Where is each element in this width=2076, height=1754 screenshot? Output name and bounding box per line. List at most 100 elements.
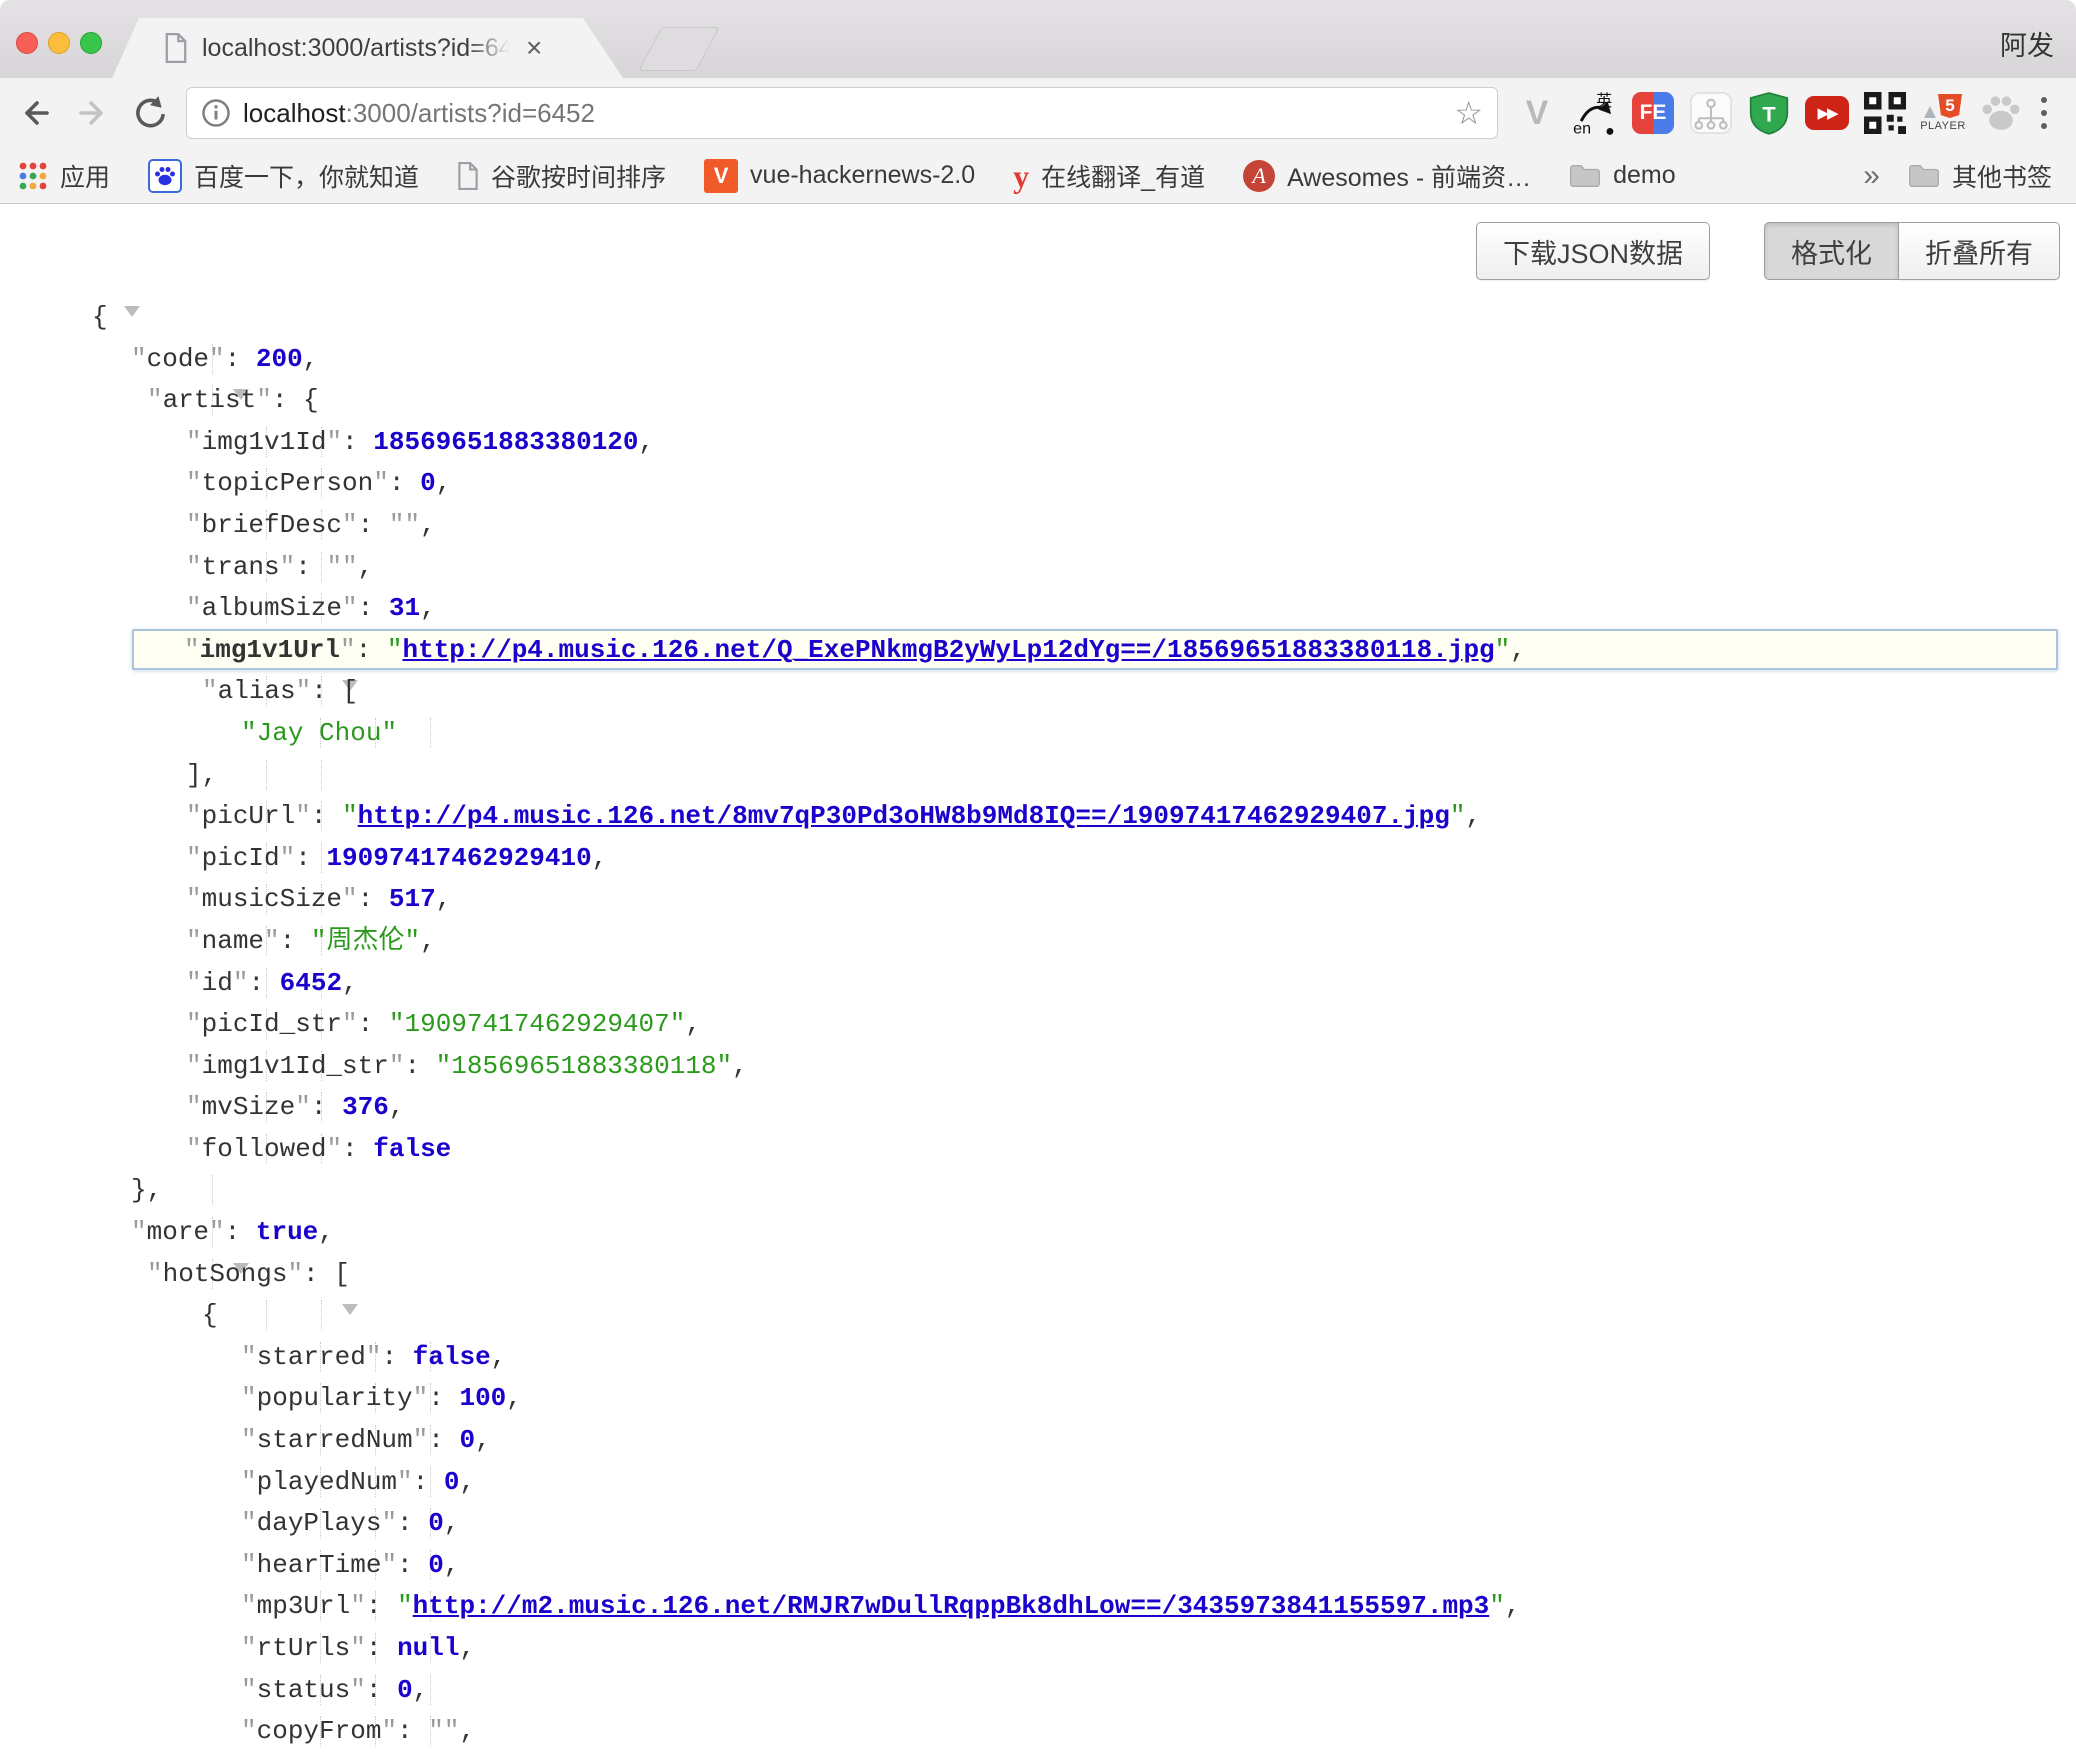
reload-button[interactable] [122, 78, 178, 148]
json-punctuation: , [732, 1051, 748, 1081]
json-value: null [397, 1633, 459, 1663]
format-button[interactable]: 格式化 [1764, 222, 1899, 280]
json-quote: " [342, 884, 358, 914]
extension-sitemap-icon[interactable] [1688, 85, 1734, 141]
extension-video-downloader-icon[interactable]: ▶▶ [1804, 85, 1850, 141]
back-button[interactable] [8, 78, 64, 148]
collapse-all-button[interactable]: 折叠所有 [1899, 222, 2060, 280]
json-line: "picId": 19097417462929410, [0, 838, 2076, 880]
bookmark-star-icon[interactable]: ☆ [1454, 97, 1483, 129]
json-quote: " [381, 718, 397, 748]
json-punctuation: ], [186, 760, 217, 790]
new-tab-button[interactable] [638, 27, 719, 71]
bookmark-google-sorted[interactable]: 谷歌按时间排序 [457, 158, 666, 194]
window-zoom-button[interactable] [80, 32, 102, 54]
json-line: "img1v1Url": "http://p4.music.126.net/Q_… [0, 630, 2076, 672]
json-quote: " [1495, 635, 1511, 665]
json-tools: 下载JSON数据 格式化 折叠所有 [1476, 222, 2060, 280]
json-link-value[interactable]: http://p4.music.126.net/Q_ExePNkmgB2yWyL… [402, 635, 1494, 665]
json-key: followed [202, 1134, 327, 1164]
address-bar[interactable]: localhost:3000/artists?id=6452 ☆ [186, 87, 1498, 139]
json-line: "alias": [ [0, 671, 2076, 713]
json-key: mp3Url [257, 1591, 351, 1621]
window-close-button[interactable] [16, 32, 38, 54]
window-titlebar: localhost:3000/artists?id=645 × 阿发 [0, 0, 2076, 78]
json-quote: " [436, 1051, 452, 1081]
bookmark-awesomes[interactable]: AAwesomes - 前端资… [1243, 158, 1531, 194]
json-quote: " [342, 801, 358, 831]
json-line: "id": 6452, [0, 963, 2076, 1005]
url-text[interactable]: localhost:3000/artists?id=6452 [243, 98, 595, 129]
extension-fe-toolbox-icon[interactable]: FE [1630, 85, 1676, 141]
json-quote: " [186, 1009, 202, 1039]
json-punctuation: : [225, 344, 256, 374]
extension-translate-icon[interactable]: 英en [1572, 85, 1618, 141]
extension-qr-code-icon[interactable] [1862, 85, 1908, 141]
json-punctuation: : [225, 1217, 256, 1247]
json-quote: " [241, 1633, 257, 1663]
json-quote: " [241, 1550, 257, 1580]
json-punctuation: : [342, 1134, 373, 1164]
json-key: picId [202, 843, 280, 873]
json-line: "mp3Url": "http://m2.music.126.net/RMJR7… [0, 1586, 2076, 1628]
json-quote: " [241, 718, 257, 748]
download-json-button[interactable]: 下载JSON数据 [1476, 222, 1710, 280]
json-key: dayPlays [257, 1508, 382, 1538]
json-quote: " [186, 968, 202, 998]
json-line: "followed": false [0, 1129, 2076, 1171]
bookmark-other-bookmarks[interactable]: 其他书签 [1908, 158, 2052, 194]
page-info-icon[interactable] [201, 98, 231, 128]
json-punctuation: : [397, 1716, 428, 1746]
json-key: copyFrom [257, 1716, 382, 1746]
json-punctuation: : [358, 1009, 389, 1039]
extension-vue-devtools-icon[interactable]: V [1514, 85, 1560, 141]
json-string-value: 19097417462929407 [404, 1009, 669, 1039]
json-quote: " [186, 593, 202, 623]
json-quote: " [186, 801, 202, 831]
bookmarks-overflow-chevron[interactable]: » [1863, 159, 1880, 193]
json-link-value[interactable]: http://p4.music.126.net/8mv7qP30Pd3oHW8b… [358, 801, 1450, 831]
extension-html5-player-icon[interactable]: 5PLAYER [1920, 85, 1966, 141]
indent-guide [321, 1300, 322, 1330]
json-punctuation: { [92, 302, 108, 332]
apps-grid-icon [18, 161, 48, 191]
json-quote: " [397, 1467, 413, 1497]
json-key: img1v1Url [200, 635, 340, 665]
indent-guide [321, 760, 322, 790]
window-minimize-button[interactable] [48, 32, 70, 54]
json-quote: " [295, 801, 311, 831]
json-punctuation: : [358, 593, 389, 623]
json-quote: " [342, 593, 358, 623]
json-quote: " [147, 385, 163, 415]
profile-name[interactable]: 阿发 [2000, 24, 2054, 63]
browser-tab[interactable]: localhost:3000/artists?id=645 × [112, 18, 623, 78]
json-link-value[interactable]: http://m2.music.126.net/RMJR7wDullRqppBk… [413, 1591, 1490, 1621]
json-quote: " [186, 468, 202, 498]
json-punctuation: : [381, 1342, 412, 1372]
tab-close-icon[interactable]: × [526, 18, 542, 78]
json-punctuation: , [459, 1716, 475, 1746]
json-line: "trans": "", [0, 547, 2076, 589]
tab-title-wrap: localhost:3000/artists?id=645 [202, 18, 520, 78]
bookmark-label: 应用 [60, 158, 110, 194]
json-quote: " [186, 552, 202, 582]
json-punctuation: : [397, 1550, 428, 1580]
json-punctuation: : [397, 1508, 428, 1538]
json-line: "topicPerson": 0, [0, 463, 2076, 505]
json-line: "briefDesc": "", [0, 505, 2076, 547]
extension-shield-icon[interactable]: T [1746, 85, 1792, 141]
bookmark-demo-folder[interactable]: demo [1569, 161, 1676, 190]
json-quote: " [404, 926, 420, 956]
json-quote: " [350, 1633, 366, 1663]
forward-button[interactable] [64, 78, 120, 148]
browser-menu-button[interactable] [2024, 78, 2064, 148]
json-punctuation: : [280, 926, 311, 956]
json-value: 200 [256, 344, 303, 374]
extension-paw-icon[interactable] [1978, 85, 2024, 141]
json-quote: " [241, 1383, 257, 1413]
bookmark-baidu[interactable]: 百度一下，你就知道 [148, 158, 419, 194]
bookmark-vue-hackernews[interactable]: Vvue-hackernews-2.0 [704, 159, 975, 193]
bookmark-apps[interactable]: 应用 [18, 158, 110, 194]
bookmarks-list: 应用 百度一下，你就知道 谷歌按时间排序 Vvue-hackernews-2.0 y在线… [18, 158, 1714, 194]
bookmark-youdao-translate[interactable]: y在线翻译_有道 [1013, 158, 1205, 194]
